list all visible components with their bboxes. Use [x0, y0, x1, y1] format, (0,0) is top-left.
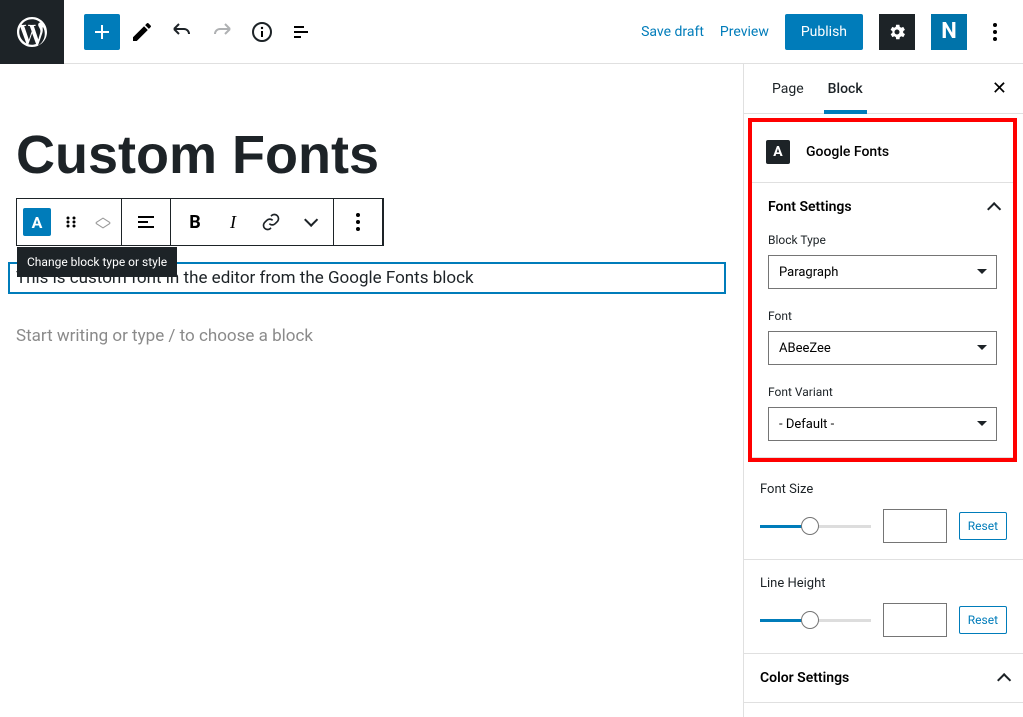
block-icon: A	[766, 140, 790, 164]
dots-vertical-icon	[993, 23, 997, 41]
n-button[interactable]: N	[931, 14, 967, 50]
font-variant-field: Font Variant	[768, 385, 997, 441]
align-left-icon	[136, 212, 156, 232]
chevron-down-icon	[304, 217, 314, 227]
editor-canvas[interactable]: Custom Fonts A ︿ ﹀ B I	[0, 64, 743, 717]
chevron-up-icon	[997, 673, 1007, 683]
info-icon	[250, 20, 274, 44]
save-draft-button[interactable]: Save draft	[641, 24, 704, 40]
list-icon	[290, 20, 314, 44]
font-select[interactable]	[768, 331, 997, 365]
block-type-field: Block Type	[768, 233, 997, 289]
color-settings-title: Color Settings	[760, 670, 849, 686]
block-name: Google Fonts	[806, 144, 889, 160]
pencil-icon	[130, 20, 154, 44]
font-variant-label: Font Variant	[768, 385, 997, 399]
outline-button[interactable]	[284, 14, 320, 50]
line-height-label: Line Height	[760, 576, 1007, 591]
font-label: Font	[768, 309, 997, 323]
main-area: Custom Fonts A ︿ ﹀ B I	[0, 64, 1023, 717]
block-type-select[interactable]	[768, 255, 997, 289]
block-header: A Google Fonts	[752, 122, 1013, 183]
close-panel-button[interactable]: ✕	[992, 78, 1007, 99]
tab-page[interactable]: Page	[760, 64, 816, 114]
block-type-icon[interactable]: A	[23, 208, 51, 236]
more-rich-text[interactable]	[291, 204, 327, 240]
chevron-down-icon: ﹀	[91, 222, 115, 236]
font-size-reset[interactable]: Reset	[959, 512, 1007, 540]
block-more-button[interactable]	[340, 204, 376, 240]
font-size-slider[interactable]	[760, 516, 871, 536]
chevron-up-icon	[987, 202, 997, 212]
page-title[interactable]: Custom Fonts	[16, 124, 735, 186]
edit-mode-button[interactable]	[124, 14, 160, 50]
plus-icon	[90, 20, 114, 44]
font-size-panel: Font Size Reset	[744, 466, 1023, 560]
highlight-box: A Google Fonts Font Settings Block Type …	[748, 118, 1017, 462]
tooltip: Change block type or style	[17, 247, 177, 277]
wp-icon	[14, 14, 50, 50]
line-height-reset[interactable]: Reset	[959, 606, 1007, 634]
gear-icon	[887, 22, 907, 42]
color-settings-panel: Color Settings	[744, 654, 1023, 703]
font-settings-panel: Font Settings Block Type Font Font	[752, 183, 1013, 458]
more-menu-button[interactable]	[983, 23, 1007, 41]
placeholder-block[interactable]: Start writing or type / to choose a bloc…	[16, 326, 735, 346]
dots-vertical-icon	[356, 213, 360, 231]
align-button[interactable]	[128, 204, 164, 240]
move-updown[interactable]: ︿ ﹀	[91, 208, 115, 236]
settings-sidebar: Page Block ✕ A Google Fonts Font Setting…	[743, 64, 1023, 717]
block-toolbar: A ︿ ﹀ B I	[16, 198, 384, 246]
font-variant-select[interactable]	[768, 407, 997, 441]
font-settings-title: Font Settings	[768, 199, 852, 215]
font-size-label: Font Size	[760, 482, 1007, 497]
sidebar-tabs: Page Block ✕	[744, 64, 1023, 114]
drag-icon	[63, 214, 79, 230]
font-settings-heading[interactable]: Font Settings	[768, 199, 997, 215]
tab-block[interactable]: Block	[816, 64, 875, 114]
line-height-slider[interactable]	[760, 610, 871, 630]
top-bar: Save draft Preview Publish N	[0, 0, 1023, 64]
undo-button[interactable]	[164, 14, 200, 50]
line-height-input[interactable]	[883, 603, 947, 637]
publish-button[interactable]: Publish	[785, 14, 863, 50]
wordpress-logo[interactable]	[0, 0, 64, 64]
color-settings-heading[interactable]: Color Settings	[760, 670, 1007, 686]
add-block-button[interactable]	[84, 14, 120, 50]
toolbar-left	[64, 14, 320, 50]
link-button[interactable]	[253, 204, 289, 240]
redo-icon	[210, 20, 234, 44]
line-height-panel: Line Height Reset	[744, 560, 1023, 654]
settings-button[interactable]	[879, 14, 915, 50]
drag-handle[interactable]	[53, 204, 89, 240]
preview-button[interactable]: Preview	[720, 24, 769, 40]
italic-button[interactable]: I	[215, 204, 251, 240]
font-field: Font	[768, 309, 997, 365]
bold-button[interactable]: B	[177, 204, 213, 240]
redo-button	[204, 14, 240, 50]
font-size-input[interactable]	[883, 509, 947, 543]
toolbar-right: Save draft Preview Publish N	[641, 14, 1023, 50]
info-button[interactable]	[244, 14, 280, 50]
undo-icon	[170, 20, 194, 44]
block-type-label: Block Type	[768, 233, 997, 247]
link-icon	[261, 212, 281, 232]
